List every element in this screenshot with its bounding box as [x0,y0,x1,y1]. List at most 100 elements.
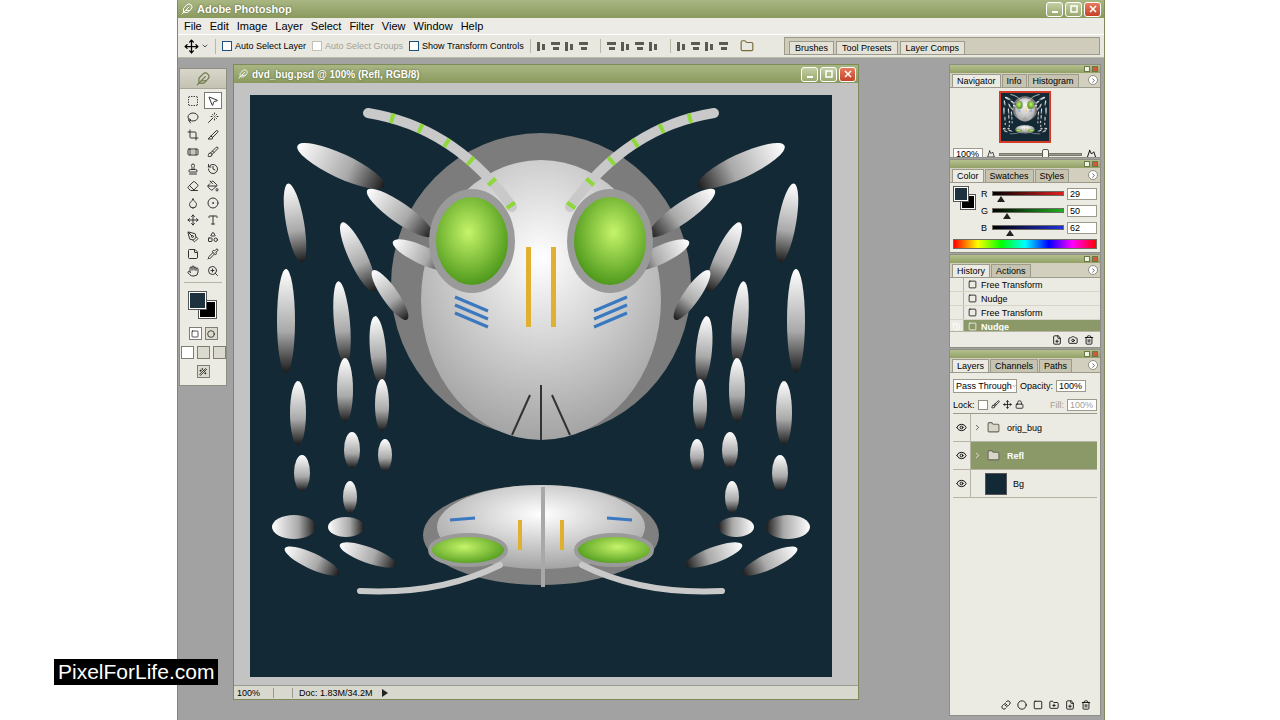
panel-tab[interactable]: Swatches [985,169,1034,182]
checkbox[interactable] [409,41,419,51]
layer-row[interactable]: Refl [953,442,1097,470]
align-button[interactable] [647,39,660,53]
new-group-icon[interactable] [1049,700,1059,710]
history-item[interactable]: Free Transform [950,306,1100,320]
blend-mode-select[interactable]: Pass Through [953,379,1017,393]
option-checkbox[interactable]: Show Transform Controls [409,41,524,51]
tool-button[interactable] [204,194,222,211]
new-document-icon[interactable] [1052,335,1062,345]
close-button[interactable] [1092,161,1098,167]
tool-preset-picker[interactable] [184,39,216,54]
snapshot-source[interactable] [950,292,964,305]
channel-value[interactable]: 29 [1067,188,1097,200]
slider-caret[interactable] [1006,230,1014,236]
tool-button[interactable] [184,92,202,109]
panel-menu-button[interactable] [1088,265,1098,275]
panel-menu-button[interactable] [1088,170,1098,180]
align-button[interactable] [549,39,562,53]
snapshot-source[interactable] [950,306,964,319]
tool-button[interactable] [184,245,202,262]
tool-button[interactable] [204,228,222,245]
palette-well-tab[interactable]: Brushes [789,41,834,54]
minimize-button[interactable] [1084,256,1090,262]
channel-slider[interactable] [992,208,1064,213]
panel-tab[interactable]: Navigator [952,74,1001,87]
channel-value[interactable]: 62 [1067,222,1097,234]
snapshot-source[interactable] [950,278,964,291]
lock-all-icon[interactable] [1015,400,1024,409]
minimize-button[interactable] [1084,351,1090,357]
tool-button[interactable] [184,262,202,279]
tool-button[interactable] [204,262,222,279]
link-icon[interactable] [1001,700,1011,710]
trash-icon[interactable] [1081,700,1091,710]
tool-button[interactable] [204,177,222,194]
palette-well-tab[interactable]: Layer Comps [900,41,966,54]
screen-mode-button[interactable] [197,346,210,359]
channel-slider[interactable] [992,191,1064,196]
palette-well-tab[interactable]: Tool Presets [836,41,898,54]
tool-button[interactable] [184,177,202,194]
checkbox[interactable] [222,41,232,51]
align-button[interactable] [675,39,688,53]
maximize-button[interactable] [820,67,837,82]
document-title-bar[interactable]: dvd_bug.psd @ 100% (Refl, RGB/8) [234,65,858,83]
expand-arrow-icon[interactable] [973,423,982,432]
align-button[interactable] [703,39,716,53]
align-button[interactable] [605,39,618,53]
snapshot-icon[interactable] [1068,335,1078,345]
slider-caret[interactable] [1003,213,1011,219]
layers-grip[interactable] [950,350,1100,358]
align-button[interactable] [689,39,702,53]
align-button[interactable] [577,39,590,53]
layer-row[interactable]: orig_bug [953,414,1097,442]
expand-arrow-icon[interactable] [973,451,982,460]
menu-item[interactable]: Layer [271,20,307,32]
tool-button[interactable] [184,109,202,126]
color-grip[interactable] [950,160,1100,168]
tool-button[interactable] [184,126,202,143]
panel-tab[interactable]: Info [1002,74,1027,87]
menu-item[interactable]: Window [410,20,457,32]
menu-item[interactable]: Edit [206,20,233,32]
align-button[interactable] [563,39,576,53]
panel-tab[interactable]: Color [952,169,984,182]
quick-mask-button[interactable] [205,327,218,340]
tool-button[interactable] [204,160,222,177]
close-button[interactable] [1092,351,1098,357]
close-button[interactable] [1084,2,1101,17]
align-button[interactable] [619,39,632,53]
menu-item[interactable]: File [180,20,206,32]
screen-mode-button[interactable] [213,346,226,359]
navigator-zoom-field[interactable]: 100% [953,148,983,158]
tool-button[interactable] [204,245,222,262]
history-item[interactable]: Nudge [950,292,1100,306]
tool-button[interactable] [184,228,202,245]
menu-arrow-icon[interactable] [381,689,389,697]
tool-button[interactable] [184,160,202,177]
trash-icon[interactable] [1084,335,1094,345]
menu-item[interactable]: Filter [345,20,377,32]
menu-item[interactable]: View [378,20,410,32]
tool-button[interactable] [204,126,222,143]
align-button[interactable] [717,39,730,53]
panel-tab[interactable]: Paths [1039,359,1072,372]
option-checkbox[interactable]: Auto Select Layer [222,41,306,51]
menu-item[interactable]: Select [307,20,346,32]
slider-caret[interactable] [997,196,1005,202]
layer-mask-icon[interactable] [1033,700,1043,710]
zoom-in-icon[interactable] [1086,149,1097,159]
minimize-button[interactable] [1084,161,1090,167]
minimize-button[interactable] [1046,2,1063,17]
navigator-thumbnail[interactable] [999,91,1051,143]
standard-mode-button[interactable] [189,327,202,340]
foreground-color-swatch[interactable] [954,187,968,201]
layer-style-icon[interactable] [1017,700,1027,710]
visibility-toggle[interactable] [953,414,971,441]
panel-menu-button[interactable] [1088,360,1098,370]
jump-to-button[interactable] [197,365,210,378]
lock-transparency-button[interactable] [978,400,988,410]
tool-button[interactable] [184,143,202,160]
foreground-color-swatch[interactable] [189,292,206,309]
tool-button[interactable] [204,143,222,160]
